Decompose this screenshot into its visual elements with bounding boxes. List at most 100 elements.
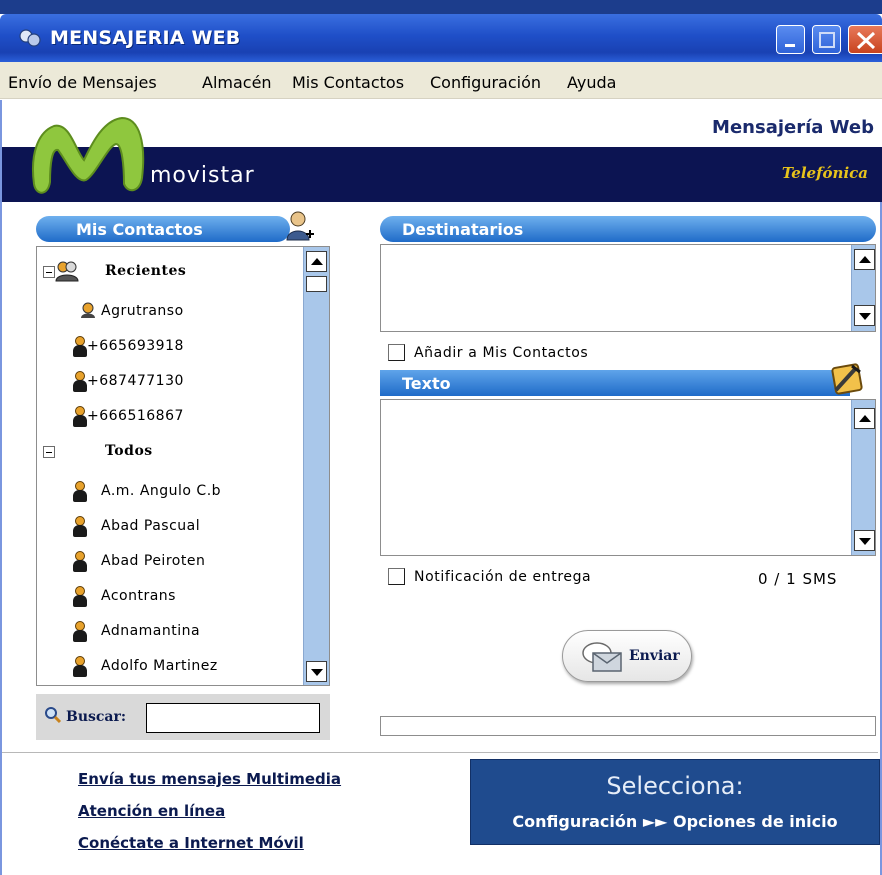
recipients-title: Destinatarios: [402, 220, 524, 239]
tree-group-recientes[interactable]: Recientes: [37, 257, 305, 287]
window-title: MENSAJERIA WEB: [50, 27, 241, 49]
contact-row[interactable]: Abad Peiroten: [37, 547, 305, 577]
add-to-contacts-label: Añadir a Mis Contactos: [414, 345, 589, 361]
message-scrollbar[interactable]: [851, 400, 875, 555]
contact-label: +665693918: [87, 338, 184, 354]
contact-row[interactable]: Agrutranso: [37, 297, 305, 327]
footer-divider: [2, 752, 878, 753]
edit-icon[interactable]: [826, 360, 866, 398]
maximize-button[interactable]: [812, 25, 841, 54]
add-to-contacts-checkbox[interactable]: [388, 344, 405, 361]
text-header: Texto: [380, 370, 850, 396]
person-icon: [73, 406, 87, 428]
progress-bar: [380, 716, 876, 736]
menu-mis-contactos[interactable]: Mis Contactos: [292, 73, 404, 92]
group-label: Recientes: [105, 263, 187, 279]
recipients-scrollbar[interactable]: [851, 245, 875, 331]
person-icon: [73, 516, 87, 538]
collapse-icon[interactable]: [43, 266, 55, 278]
delivery-notification-checkbox[interactable]: [388, 568, 405, 585]
brand-name: movistar: [150, 163, 255, 188]
message-textarea[interactable]: [380, 399, 876, 556]
contact-row[interactable]: A.m. Angulo C.b: [37, 477, 305, 507]
contact-label: +687477130: [87, 373, 184, 389]
contact-label: Acontrans: [101, 588, 176, 604]
contact-group-icon: [81, 302, 95, 318]
arrow-up-icon: [859, 256, 871, 263]
contact-row[interactable]: +665693918: [37, 332, 305, 362]
contact-label: Abad Pascual: [101, 518, 201, 534]
contact-row[interactable]: Adnamantina: [37, 617, 305, 647]
menu-configuracion[interactable]: Configuración: [430, 73, 541, 92]
contact-label: Abad Peiroten: [101, 553, 206, 569]
scroll-up-button[interactable]: [854, 249, 875, 270]
send-button[interactable]: Enviar: [562, 630, 692, 682]
telefonica-logo: Telefónica: [781, 164, 868, 182]
add-contact-icon[interactable]: [284, 210, 316, 244]
promo-banner[interactable]: Selecciona: Configuración ►► Opciones de…: [470, 759, 880, 845]
envelope-icon: [582, 642, 622, 672]
arrow-up-icon: [311, 258, 323, 265]
contacts-scrollbar[interactable]: [303, 247, 329, 685]
app-icon: [19, 29, 41, 47]
desktop-strip: [0, 0, 882, 14]
movistar-logo: [32, 116, 145, 194]
scroll-down-button[interactable]: [854, 305, 875, 326]
menu-almacen[interactable]: Almacén: [202, 73, 272, 92]
contact-label: Adolfo Martinez: [101, 658, 218, 674]
promo-heading: Selecciona:: [606, 772, 744, 800]
menu-ayuda[interactable]: Ayuda: [567, 73, 616, 92]
contact-label: Agrutranso: [101, 303, 184, 319]
scroll-up-button[interactable]: [854, 408, 875, 429]
scroll-down-button[interactable]: [854, 530, 875, 551]
window-titlebar[interactable]: MENSAJERIA WEB: [0, 14, 882, 62]
close-icon: [856, 31, 876, 50]
scroll-down-button[interactable]: [306, 661, 327, 682]
menu-envio-de-mensajes[interactable]: Envío de Mensajes: [8, 73, 157, 92]
contact-row[interactable]: Abad Pascual: [37, 512, 305, 542]
promo-text: Configuración ►► Opciones de inicio: [512, 812, 838, 831]
collapse-icon[interactable]: [43, 446, 55, 458]
close-button[interactable]: [848, 25, 882, 54]
contacts-tree[interactable]: Recientes Agrutranso +665693918 +6874771…: [36, 246, 330, 686]
recipients-header: Destinatarios: [380, 216, 876, 242]
person-icon: [73, 551, 87, 573]
send-label: Enviar: [629, 648, 680, 664]
person-icon: [73, 586, 87, 608]
person-icon: [73, 621, 87, 643]
search-input[interactable]: [146, 703, 320, 733]
arrow-down-icon: [311, 669, 323, 676]
arrow-down-icon: [859, 313, 871, 320]
contacts-header: Mis Contactos: [36, 216, 290, 242]
minimize-button[interactable]: [776, 25, 805, 54]
contact-label: Adnamantina: [101, 623, 201, 639]
arrow-up-icon: [859, 415, 871, 422]
sms-counter: 0 / 1 SMS: [758, 570, 838, 588]
link-multimedia[interactable]: Envía tus mensajes Multimedia: [78, 770, 341, 788]
person-icon: [73, 481, 87, 503]
contact-row[interactable]: +666516867: [37, 402, 305, 432]
scroll-thumb[interactable]: [306, 276, 327, 292]
group-icon: [55, 261, 79, 282]
minimize-icon: [785, 44, 795, 47]
delivery-notification-label: Notificación de entrega: [414, 569, 592, 585]
contact-row[interactable]: +687477130: [37, 367, 305, 397]
recipients-input[interactable]: [380, 244, 876, 332]
header-title: Mensajería Web: [712, 117, 874, 138]
text-title: Texto: [402, 374, 451, 393]
contact-row[interactable]: Acontrans: [37, 582, 305, 612]
search-label: Buscar:: [66, 709, 127, 725]
scroll-up-button[interactable]: [306, 251, 327, 272]
search-icon: [45, 707, 62, 724]
tree-group-todos[interactable]: Todos: [37, 437, 305, 467]
contacts-title: Mis Contactos: [76, 220, 203, 239]
contact-row[interactable]: Adolfo Martinez: [37, 652, 305, 682]
person-icon: [73, 656, 87, 678]
person-icon: [73, 336, 87, 358]
maximize-icon: [819, 32, 835, 48]
link-internet-movil[interactable]: Conéctate a Internet Móvil: [78, 834, 304, 852]
link-atencion[interactable]: Atención en línea: [78, 802, 225, 820]
contact-label: +666516867: [87, 408, 184, 424]
menu-bar: Envío de Mensajes Almacén Mis Contactos …: [0, 62, 882, 99]
arrow-down-icon: [859, 538, 871, 545]
